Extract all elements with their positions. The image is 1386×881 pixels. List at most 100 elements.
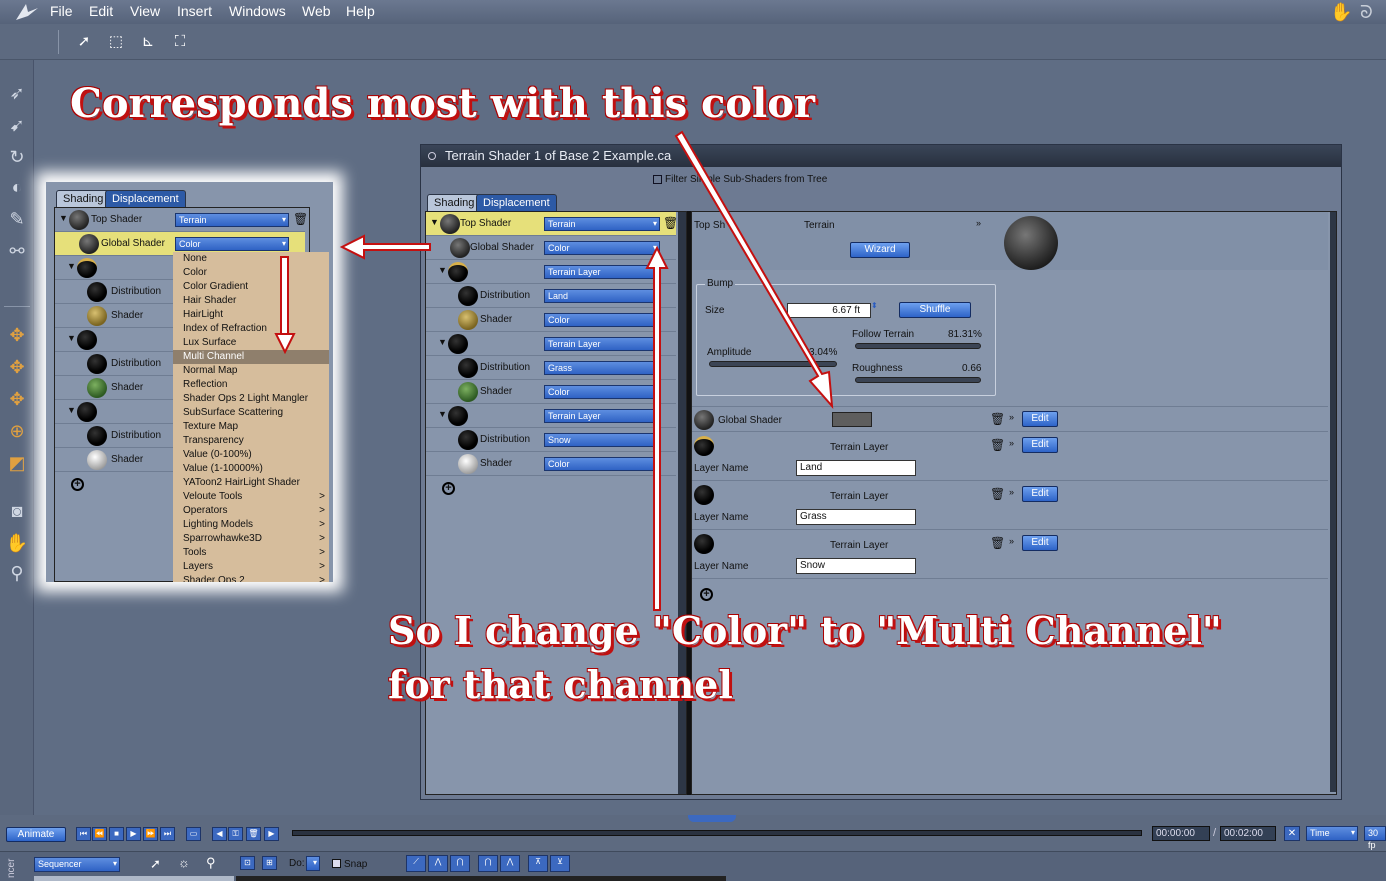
chevron-down-icon[interactable]: » — [1009, 487, 1014, 497]
trash-icon[interactable]: 🗑 — [990, 536, 1005, 550]
shader-combo[interactable]: Color▾ — [544, 241, 660, 255]
expand-icon[interactable]: ▼ — [67, 261, 76, 271]
layer-name-field[interactable]: Snow — [796, 558, 916, 574]
move-xz-tool-icon[interactable]: ✥ — [4, 354, 30, 380]
camera-tool-icon[interactable]: ◙ — [4, 498, 30, 524]
menu-item[interactable]: Multi Channel — [173, 350, 329, 364]
play-icon[interactable]: ▶ — [126, 827, 141, 841]
menu-item[interactable]: Tools > — [173, 546, 329, 560]
tree-row[interactable]: ▼ — [55, 256, 175, 280]
shader-combo[interactable]: Grass▾ — [544, 361, 660, 375]
menu-item[interactable]: HairLight — [173, 308, 329, 322]
menu-file[interactable]: File — [50, 3, 73, 19]
close-x-icon[interactable]: ✕ — [1284, 826, 1300, 841]
tree-row[interactable]: ▼ Terrain Layer▾ — [426, 404, 676, 428]
key-icon[interactable]: ⚿ — [228, 827, 243, 841]
tree-row[interactable]: ▼ — [55, 328, 175, 352]
current-time-field[interactable]: 00:00:00 — [1152, 826, 1210, 841]
shader-combo[interactable]: Color▾ — [544, 313, 660, 327]
tree-row[interactable]: ▼ Terrain Layer▾ — [426, 260, 676, 284]
link-tool-icon[interactable]: ⚯ — [4, 238, 30, 264]
fps-select[interactable]: 30 fp — [1364, 826, 1386, 850]
menu-item[interactable]: Texture Map — [173, 420, 329, 434]
shader-combo[interactable]: Terrain ▾ — [175, 213, 289, 227]
menu-item[interactable]: Value (0-100%) — [173, 448, 329, 462]
menu-item[interactable]: Veloute Tools > — [173, 490, 329, 504]
add-shader-icon[interactable]: + — [71, 478, 84, 491]
key-group-icon[interactable]: ⊼ — [528, 855, 548, 872]
color-swatch[interactable] — [832, 412, 872, 427]
menu-item[interactable]: Index of Refraction — [173, 322, 329, 336]
vertex-select-icon[interactable]: ⊾ — [138, 32, 158, 52]
sun-icon[interactable]: ☼ — [178, 855, 190, 870]
tree-row[interactable]: Shader Color▾ — [426, 308, 676, 332]
tab-shading[interactable]: Shading — [56, 190, 111, 207]
bounding-box-icon[interactable]: ⬚ — [106, 32, 126, 52]
add-layer-icon[interactable]: + — [700, 588, 713, 601]
tree-row[interactable]: Distribution — [55, 352, 175, 376]
window-titlebar[interactable]: Terrain Shader 1 of Base 2 Example.ca — [421, 145, 1341, 167]
expand-icon[interactable]: ▼ — [438, 409, 447, 419]
menu-item[interactable]: Operators > — [173, 504, 329, 518]
arrow-tool-icon[interactable]: ➶ — [4, 80, 30, 106]
menu-item[interactable]: Shader Ops 2 Light Mangler — [173, 392, 329, 406]
tree-row-top-shader[interactable]: ▼ Top Shader Terrain ▾ 🗑 — [426, 212, 678, 236]
zoom-icon[interactable]: ⚲ — [206, 855, 216, 871]
edit-button[interactable]: Edit — [1022, 411, 1058, 427]
chevron-down-icon[interactable]: » — [1009, 438, 1014, 448]
total-time-field[interactable]: 00:02:00 — [1220, 826, 1276, 841]
trash-icon[interactable]: 🗑 — [293, 212, 308, 226]
tray-handle[interactable] — [688, 815, 736, 822]
follow-terrain-slider[interactable] — [855, 343, 981, 349]
filter-checkbox[interactable] — [653, 175, 662, 184]
tree-row[interactable]: Distribution Land▾ — [426, 284, 676, 308]
trash-icon[interactable]: 🗑 — [990, 412, 1005, 426]
edit-button[interactable]: Edit — [1022, 486, 1058, 502]
roughness-slider[interactable] — [855, 377, 981, 383]
tree-row-top-shader[interactable]: ▼ Top Shader Terrain ▾ 🗑 — [55, 208, 308, 232]
shuffle-button[interactable]: Shuffle — [899, 302, 971, 318]
fit-all-icon[interactable]: ⊞ — [262, 856, 277, 870]
menu-item[interactable]: Reflection — [173, 378, 329, 392]
close-dot-icon[interactable] — [428, 152, 436, 160]
step-back-icon[interactable]: ⏪ — [92, 827, 107, 841]
shader-combo[interactable]: Color▾ — [544, 457, 660, 471]
menu-item[interactable]: Normal Map — [173, 364, 329, 378]
step-forward-icon[interactable]: ⏩ — [143, 827, 158, 841]
tree-row[interactable]: Distribution Grass▾ — [426, 356, 676, 380]
curve-linear-icon[interactable]: ⟋ — [406, 855, 426, 872]
curve-spline-icon[interactable]: ⋀ — [428, 855, 448, 872]
tree-row[interactable]: ▼ Terrain Layer▾ — [426, 332, 676, 356]
key-group-2-icon[interactable]: ⊻ — [550, 855, 570, 872]
rotate-tool-icon[interactable]: ↻ — [4, 144, 30, 170]
go-start-icon[interactable]: ⏮ — [76, 827, 91, 841]
shader-combo[interactable]: Terrain Layer▾ — [544, 337, 660, 351]
menu-windows[interactable]: Windows — [229, 3, 286, 19]
shader-combo[interactable]: Terrain Layer▾ — [544, 409, 660, 423]
scale-tool-icon[interactable]: ◩ — [4, 450, 30, 476]
curve-ease-out-icon[interactable]: ⋀ — [500, 855, 520, 872]
expand-icon[interactable]: ▼ — [67, 405, 76, 415]
tree-row[interactable]: Shader Color▾ — [426, 380, 676, 404]
layer-name-field[interactable]: Land — [796, 460, 916, 476]
size-stepper-icon[interactable]: ⬍ — [871, 301, 878, 310]
move-y-tool-icon[interactable]: ✥ — [4, 386, 30, 412]
prev-key-icon[interactable]: ◀ — [212, 827, 227, 841]
layer-name-field[interactable]: Grass — [796, 509, 916, 525]
sequencer-select[interactable]: Sequencer ▾ — [34, 857, 120, 872]
menu-item[interactable]: Value (1-10000%) — [173, 462, 329, 476]
expand-icon[interactable]: ▼ — [430, 217, 439, 227]
add-shader-icon[interactable]: + — [442, 482, 455, 495]
snap-checkbox[interactable] — [332, 859, 341, 868]
menu-item[interactable]: Color Gradient — [173, 280, 329, 294]
detail-scrollbar[interactable] — [1330, 212, 1336, 792]
sphere-tool-icon[interactable]: ◐ — [4, 174, 30, 200]
shader-combo[interactable]: Terrain ▾ — [544, 217, 660, 231]
tree-row[interactable]: Shader — [55, 304, 175, 328]
expand-icon[interactable]: ▼ — [438, 337, 447, 347]
menu-item[interactable]: Lux Surface — [173, 336, 329, 350]
menu-item[interactable]: YAToon2 HairLight Shader — [173, 476, 329, 490]
collapse-chevron-icon[interactable]: » — [976, 218, 981, 228]
expand-icon[interactable]: ▼ — [67, 333, 76, 343]
menu-view[interactable]: View — [130, 3, 160, 19]
